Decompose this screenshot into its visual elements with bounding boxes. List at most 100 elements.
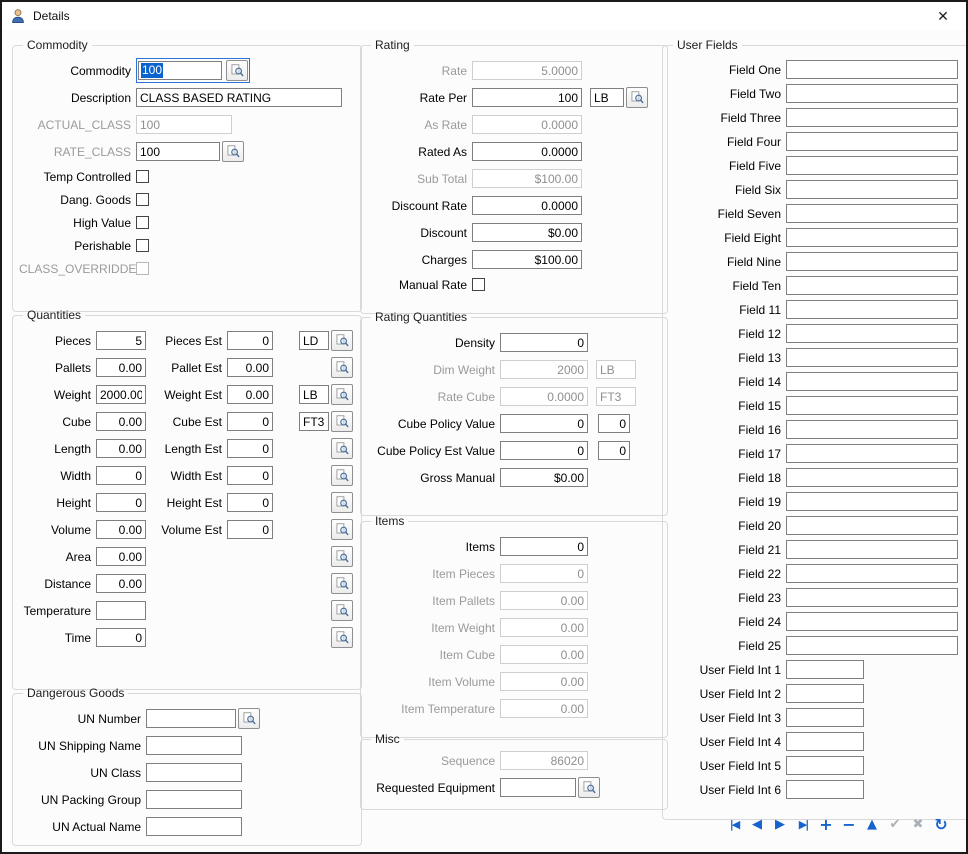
rate-per-input[interactable] xyxy=(472,88,582,107)
rated-as-input[interactable] xyxy=(472,142,582,161)
user-field-input[interactable] xyxy=(786,276,958,295)
close-button[interactable]: ✕ xyxy=(928,4,958,28)
temp-controlled-checkbox[interactable] xyxy=(136,170,149,183)
cube-policy-est-value2-input[interactable] xyxy=(598,441,630,460)
un-packing-group-input[interactable] xyxy=(146,790,242,809)
weight-uom-lookup-button[interactable] xyxy=(331,384,353,405)
length-est-input[interactable] xyxy=(227,439,273,458)
user-field-input[interactable] xyxy=(786,516,958,535)
nav-first-button[interactable]: |◀ xyxy=(723,814,745,834)
un-class-input[interactable] xyxy=(146,763,242,782)
user-field-input[interactable] xyxy=(786,324,958,343)
width-est-input[interactable] xyxy=(227,466,273,485)
user-field-input[interactable] xyxy=(786,444,958,463)
area-input[interactable] xyxy=(96,547,146,566)
user-field-input[interactable] xyxy=(786,156,958,175)
temperature-input[interactable] xyxy=(96,601,146,620)
rate-class-lookup-button[interactable] xyxy=(222,141,244,162)
user-field-input[interactable] xyxy=(786,132,958,151)
height-est-input[interactable] xyxy=(227,493,273,512)
user-field-input[interactable] xyxy=(786,588,958,607)
user-field-input[interactable] xyxy=(786,564,958,583)
volume-uom-lookup-button[interactable] xyxy=(331,519,353,540)
nav-refresh-button[interactable]: ↻ xyxy=(930,814,952,834)
length-uom-lookup-button[interactable] xyxy=(331,438,353,459)
cube-policy-value-input[interactable] xyxy=(500,414,588,433)
nav-delete-button[interactable]: − xyxy=(838,814,860,834)
distance-uom-lookup-button[interactable] xyxy=(331,573,353,594)
discount-input[interactable] xyxy=(472,223,582,242)
pieces-input[interactable] xyxy=(96,331,146,350)
un-number-lookup-button[interactable] xyxy=(238,708,260,729)
user-field-input[interactable] xyxy=(786,540,958,559)
manual-rate-checkbox[interactable] xyxy=(472,278,485,291)
pieces-est-input[interactable] xyxy=(227,331,273,350)
perishable-checkbox[interactable] xyxy=(136,239,149,252)
requested-equipment-input[interactable] xyxy=(500,778,576,797)
cube-uom-lookup-button[interactable] xyxy=(331,411,353,432)
charges-input[interactable] xyxy=(472,250,582,269)
description-input[interactable] xyxy=(136,88,342,107)
user-field-int-input[interactable] xyxy=(786,780,864,799)
rate-per-uom-lookup-button[interactable] xyxy=(626,87,648,108)
height-uom-lookup-button[interactable] xyxy=(331,492,353,513)
user-field-int-input[interactable] xyxy=(786,684,864,703)
user-field-int-input[interactable] xyxy=(786,660,864,679)
temperature-uom-lookup-button[interactable] xyxy=(331,600,353,621)
cube-est-input[interactable] xyxy=(227,412,273,431)
user-field-input[interactable] xyxy=(786,492,958,511)
nav-moveup-button[interactable]: ▲ xyxy=(861,814,883,834)
nav-post-button[interactable]: ✔ xyxy=(884,814,906,834)
requested-equipment-lookup-button[interactable] xyxy=(578,777,600,798)
width-uom-lookup-button[interactable] xyxy=(331,465,353,486)
user-field-int-input[interactable] xyxy=(786,732,864,751)
gross-manual-input[interactable] xyxy=(500,468,588,487)
length-input[interactable] xyxy=(96,439,146,458)
commodity-input[interactable]: 100 xyxy=(138,61,222,80)
width-input[interactable] xyxy=(96,466,146,485)
user-field-input[interactable] xyxy=(786,420,958,439)
rate-class-input[interactable] xyxy=(136,142,220,161)
user-field-input[interactable] xyxy=(786,228,958,247)
pallets-est-input[interactable] xyxy=(227,358,273,377)
distance-input[interactable] xyxy=(96,574,146,593)
cube-uom-input[interactable] xyxy=(299,412,329,431)
density-input[interactable] xyxy=(500,333,588,352)
user-field-input[interactable] xyxy=(786,108,958,127)
pieces-uom-input[interactable] xyxy=(299,331,329,350)
rate-per-uom-input[interactable] xyxy=(590,88,624,107)
nav-insert-button[interactable]: + xyxy=(815,814,837,834)
user-field-input[interactable] xyxy=(786,252,958,271)
weight-est-input[interactable] xyxy=(227,385,273,404)
nav-next-button[interactable]: ▶ xyxy=(769,814,791,834)
un-number-input[interactable] xyxy=(146,709,236,728)
discount-rate-input[interactable] xyxy=(472,196,582,215)
dang-goods-checkbox[interactable] xyxy=(136,193,149,206)
cube-policy-value2-input[interactable] xyxy=(598,414,630,433)
weight-uom-input[interactable] xyxy=(299,385,329,404)
time-input[interactable] xyxy=(96,628,146,647)
cube-policy-est-value-input[interactable] xyxy=(500,441,588,460)
high-value-checkbox[interactable] xyxy=(136,216,149,229)
user-field-input[interactable] xyxy=(786,612,958,631)
user-field-input[interactable] xyxy=(786,636,958,655)
area-uom-lookup-button[interactable] xyxy=(331,546,353,567)
weight-input[interactable] xyxy=(96,385,146,404)
user-field-input[interactable] xyxy=(786,348,958,367)
cube-input[interactable] xyxy=(96,412,146,431)
height-input[interactable] xyxy=(96,493,146,512)
user-field-input[interactable] xyxy=(786,300,958,319)
items-input[interactable] xyxy=(500,537,588,556)
nav-last-button[interactable]: ▶| xyxy=(792,814,814,834)
un-actual-name-input[interactable] xyxy=(146,817,242,836)
user-field-input[interactable] xyxy=(786,180,958,199)
nav-prior-button[interactable]: ◀ xyxy=(746,814,768,834)
volume-est-input[interactable] xyxy=(227,520,273,539)
pallets-input[interactable] xyxy=(96,358,146,377)
pieces-uom-lookup-button[interactable] xyxy=(331,330,353,351)
user-field-input[interactable] xyxy=(786,84,958,103)
user-field-input[interactable] xyxy=(786,396,958,415)
nav-cancel-button[interactable]: ✖ xyxy=(907,814,929,834)
user-field-input[interactable] xyxy=(786,372,958,391)
pallets-uom-lookup-button[interactable] xyxy=(331,357,353,378)
